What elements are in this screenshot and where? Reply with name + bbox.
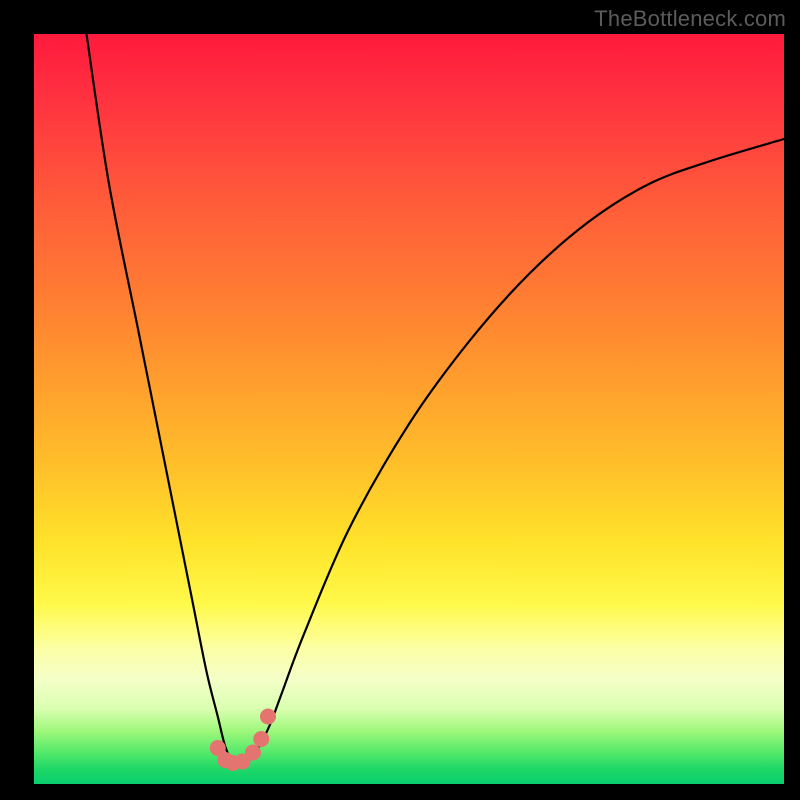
curve-layer xyxy=(34,34,784,784)
chart-frame: TheBottleneck.com xyxy=(0,0,800,800)
bottleneck-curve xyxy=(87,34,785,763)
plot-area xyxy=(34,34,784,784)
pink-dot xyxy=(245,745,261,761)
marker-group xyxy=(210,709,276,772)
pink-dot xyxy=(260,709,276,725)
watermark-text: TheBottleneck.com xyxy=(594,6,786,32)
pink-dot xyxy=(253,731,269,747)
